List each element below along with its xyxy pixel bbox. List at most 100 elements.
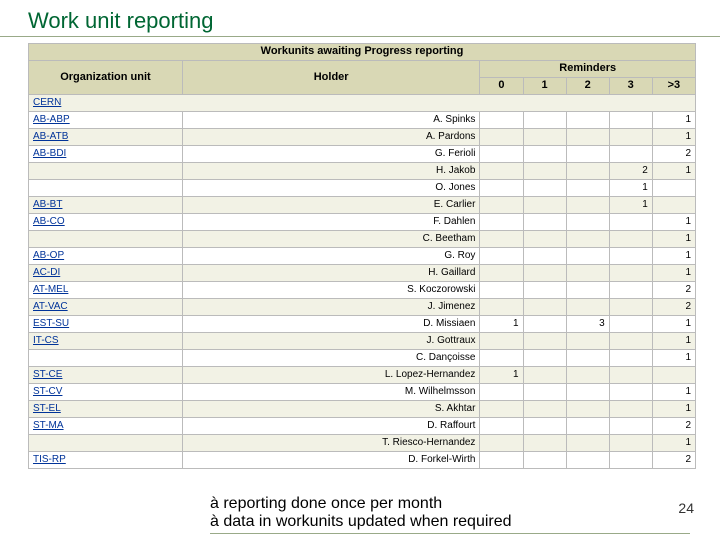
table-row: O. Jones1 — [29, 180, 696, 197]
reminder-cell — [480, 282, 523, 299]
holder-cell: O. Jones — [182, 180, 480, 197]
org-cell: AB-ATB — [29, 129, 183, 146]
holder-cell: A. Pardons — [182, 129, 480, 146]
reminder-cell: 1 — [652, 435, 695, 452]
table-row: T. Riesco-Hernandez 1 — [29, 435, 696, 452]
org-cell: AT-MEL — [29, 282, 183, 299]
reminder-cell — [523, 197, 566, 214]
cern-row: CERN — [29, 95, 696, 112]
holder-cell: H. Gaillard — [182, 265, 480, 282]
holder-cell: D. Forkel-Wirth — [182, 452, 480, 469]
reminder-cell — [609, 299, 652, 316]
page-title: Work unit reporting — [0, 0, 720, 37]
holder-cell: M. Wilhelmsson — [182, 384, 480, 401]
reminder-cell — [609, 435, 652, 452]
reminder-cell: 1 — [652, 316, 695, 333]
reminder-cell — [523, 163, 566, 180]
col-rem-0: 0 — [480, 78, 523, 95]
reminder-cell: 1 — [652, 231, 695, 248]
reminder-cell — [652, 197, 695, 214]
holder-cell: T. Riesco-Hernandez — [182, 435, 480, 452]
org-link[interactable]: EST-SU — [33, 318, 69, 329]
org-cell: EST-SU — [29, 316, 183, 333]
holder-cell: J. Jimenez — [182, 299, 480, 316]
table-head: Workunits awaiting Progress reporting Or… — [29, 44, 696, 95]
holder-cell: F. Dahlen — [182, 214, 480, 231]
table-row: H. Jakob21 — [29, 163, 696, 180]
reminder-cell — [566, 146, 609, 163]
org-link[interactable]: AT-VAC — [33, 301, 68, 312]
org-cell — [29, 163, 183, 180]
org-link[interactable]: AB-CO — [33, 216, 65, 227]
reminder-cell — [523, 146, 566, 163]
reminder-cell — [480, 129, 523, 146]
reminder-cell: 1 — [480, 367, 523, 384]
table-row: AB-ATB A. Pardons 1 — [29, 129, 696, 146]
org-link[interactable]: AB-ATB — [33, 131, 68, 142]
table-row: ST-MAD. Raffourt2 — [29, 418, 696, 435]
col-rem-2: 2 — [566, 78, 609, 95]
org-link[interactable]: ST-EL — [33, 403, 61, 414]
table-row: ST-CEL. Lopez-Hernandez1 — [29, 367, 696, 384]
reminder-cell — [609, 333, 652, 350]
reminder-cell — [523, 231, 566, 248]
reminder-cell — [523, 367, 566, 384]
reminder-cell: 2 — [609, 163, 652, 180]
reminder-cell — [480, 231, 523, 248]
org-link[interactable]: AB-ABP — [33, 114, 70, 125]
table-row: AT-MELS. Koczorowski2 — [29, 282, 696, 299]
cern-link[interactable]: CERN — [33, 97, 61, 108]
org-cell: AC-DI — [29, 265, 183, 282]
reminder-cell: 1 — [652, 163, 695, 180]
reminder-cell — [480, 265, 523, 282]
reminder-cell — [566, 231, 609, 248]
reminder-cell — [609, 231, 652, 248]
reminder-cell — [480, 163, 523, 180]
org-cell — [29, 231, 183, 248]
reminder-cell — [523, 418, 566, 435]
reminder-cell: 1 — [480, 316, 523, 333]
holder-cell: G. Roy — [182, 248, 480, 265]
reminder-cell — [609, 401, 652, 418]
reminder-cell — [609, 146, 652, 163]
org-link[interactable]: ST-MA — [33, 420, 64, 431]
reminder-cell — [566, 350, 609, 367]
reminder-cell — [480, 248, 523, 265]
org-cell: ST-CE — [29, 367, 183, 384]
org-link[interactable]: TIS-RP — [33, 454, 66, 465]
org-link[interactable]: AB-BT — [33, 199, 62, 210]
table-row: ST-ELS. Akhtar1 — [29, 401, 696, 418]
reminder-cell — [523, 265, 566, 282]
org-cell: ST-MA — [29, 418, 183, 435]
holder-cell: G. Ferioli — [182, 146, 480, 163]
reminder-cell — [609, 350, 652, 367]
org-link[interactable]: ST-CV — [33, 386, 62, 397]
reminder-cell: 2 — [652, 282, 695, 299]
col-org: Organization unit — [29, 61, 183, 95]
reminder-cell — [480, 401, 523, 418]
holder-cell: C. Dançoisse — [182, 350, 480, 367]
org-link[interactable]: AT-MEL — [33, 284, 68, 295]
reminder-cell — [566, 112, 609, 129]
holder-cell: E. Carlier — [182, 197, 480, 214]
reminder-cell — [609, 248, 652, 265]
reminder-cell — [480, 452, 523, 469]
reminder-cell — [480, 435, 523, 452]
org-link[interactable]: AB-BDI — [33, 148, 66, 159]
reminder-cell — [566, 367, 609, 384]
table-title: Workunits awaiting Progress reporting — [29, 44, 696, 61]
reminder-cell — [480, 333, 523, 350]
org-link[interactable]: AC-DI — [33, 267, 60, 278]
org-cell: ST-CV — [29, 384, 183, 401]
org-link[interactable]: AB-OP — [33, 250, 64, 261]
reminder-cell: 1 — [652, 129, 695, 146]
org-cell: AB-ABP — [29, 112, 183, 129]
table-row: AB-ABPA. Spinks1 — [29, 112, 696, 129]
col-holder: Holder — [182, 61, 480, 95]
org-link[interactable]: IT-CS — [33, 335, 59, 346]
org-link[interactable]: ST-CE — [33, 369, 62, 380]
col-rem-gt3: >3 — [652, 78, 695, 95]
footer-line-2: à data in workunits updated when require… — [210, 513, 512, 530]
reminder-cell: 1 — [652, 333, 695, 350]
reminder-cell — [523, 214, 566, 231]
